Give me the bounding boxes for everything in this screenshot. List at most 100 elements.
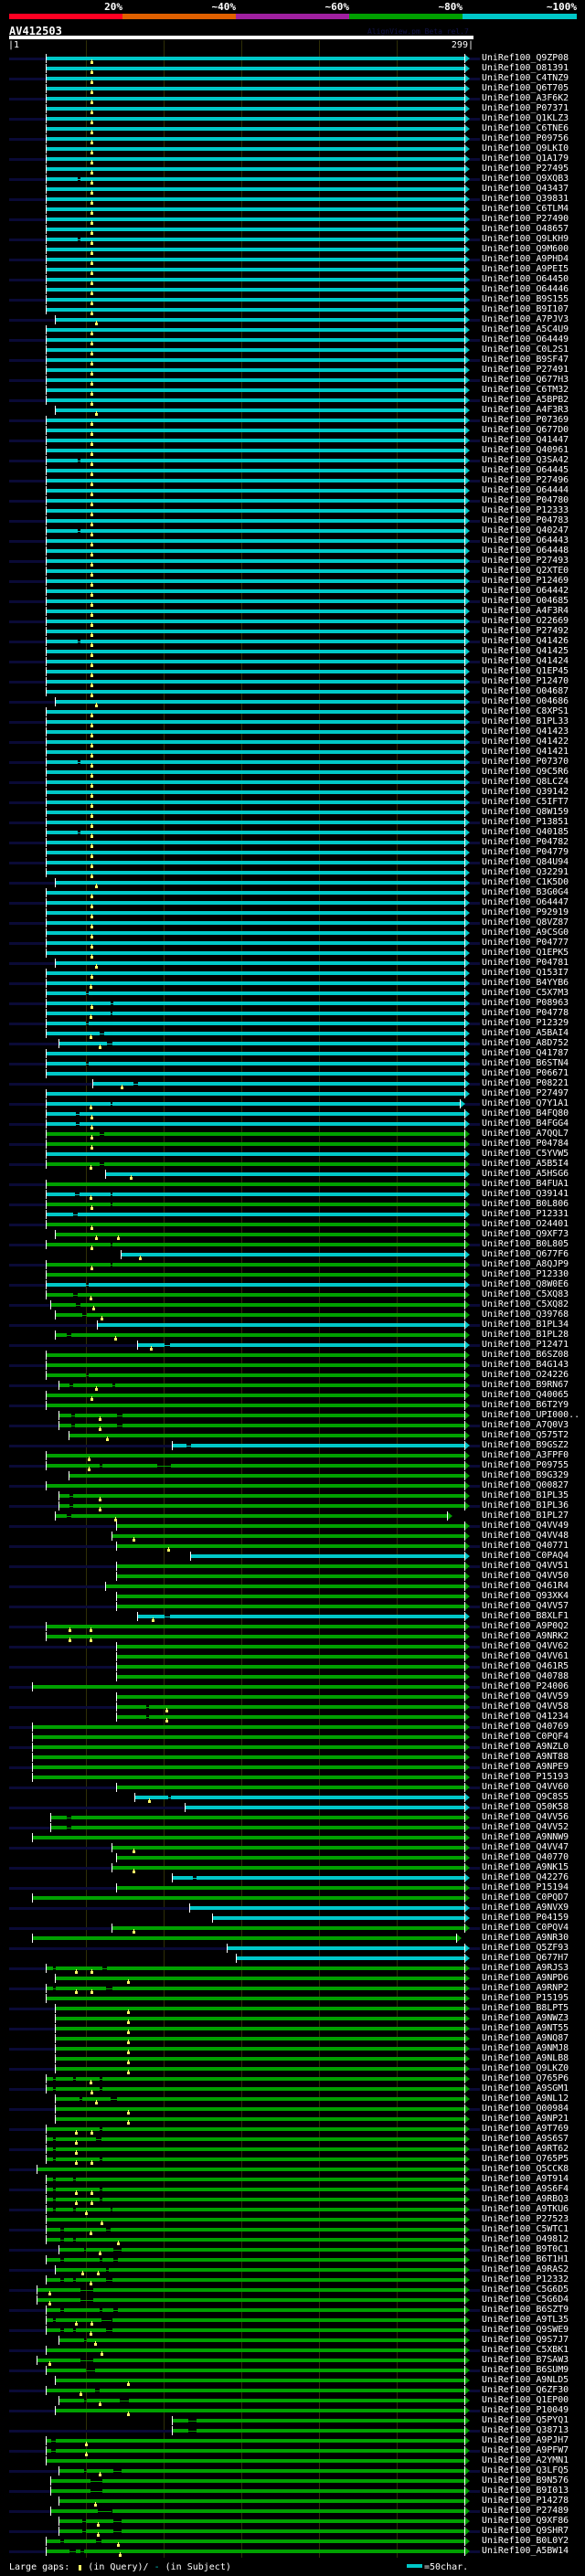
hit-label[interactable]: UniRef100_A9NRK2 (482, 1631, 569, 1641)
hit-label[interactable]: UniRef100_Q41447 (482, 435, 569, 445)
hit-label[interactable]: UniRef100_Q50K58 (482, 1802, 569, 1812)
hit-label[interactable]: UniRef100_B9T0C1 (482, 2244, 569, 2254)
hit-label[interactable]: UniRef100_A9NL12 (482, 2094, 569, 2104)
hit-label[interactable]: UniRef100_P24006 (482, 1681, 569, 1691)
hit-label[interactable]: UniRef100_A9RT62 (482, 2144, 569, 2154)
hit-label[interactable]: UniRef100_O24226 (482, 1370, 569, 1380)
hit-label[interactable]: UniRef100_C6TLM4 (482, 204, 569, 214)
hit-label[interactable]: UniRef100_B6T1H1 (482, 2254, 569, 2264)
hit-label[interactable]: UniRef100_Q4VV47 (482, 1842, 569, 1852)
hit-label[interactable]: UniRef100_P04778 (482, 1008, 569, 1018)
hit-label[interactable]: UniRef100_B1PL27 (482, 1511, 569, 1521)
hit-label[interactable]: UniRef100_A9NZL0 (482, 1742, 569, 1752)
hit-label[interactable]: UniRef100_P27495 (482, 164, 569, 174)
hit-label[interactable]: UniRef100_B0L806 (482, 1199, 569, 1209)
hit-label[interactable]: UniRef100_A9P0Q2 (482, 1621, 569, 1631)
hit-label[interactable]: UniRef100_C5G6D5 (482, 2284, 569, 2295)
hit-label[interactable]: UniRef100_Q9C5R6 (482, 767, 569, 777)
hit-label[interactable]: UniRef100_Q677D0 (482, 425, 569, 435)
hit-label[interactable]: UniRef100_C4TNZ9 (482, 73, 569, 83)
hit-label[interactable]: UniRef100_A9T914 (482, 2174, 569, 2184)
hit-label[interactable]: UniRef100_Q40961 (482, 445, 569, 455)
hit-label[interactable]: UniRef100_C5XBK1 (482, 2345, 569, 2355)
hit-label[interactable]: UniRef100_Q84U94 (482, 857, 569, 867)
hit-label[interactable]: UniRef100_O24401 (482, 1219, 569, 1229)
hit-label[interactable]: UniRef100_P08221 (482, 1078, 569, 1088)
hit-label[interactable]: UniRef100_C0PQV4 (482, 1923, 569, 1933)
hit-label[interactable]: UniRef100_C5X7M3 (482, 988, 569, 998)
hit-label[interactable]: UniRef100_Q1A179 (482, 154, 569, 164)
hit-label[interactable]: UniRef100_O64446 (482, 284, 569, 294)
hit-label[interactable]: UniRef100_Q677F6 (482, 1249, 569, 1259)
hit-label[interactable]: UniRef100_P14278 (482, 2496, 569, 2506)
hit-label[interactable]: UniRef100_O64448 (482, 546, 569, 556)
hit-label[interactable]: UniRef100_P12330 (482, 1269, 569, 1279)
hit-label[interactable]: UniRef100_B7SAW3 (482, 2355, 569, 2365)
hit-label[interactable]: UniRef100_P07370 (482, 757, 569, 767)
hit-label[interactable]: UniRef100_Q461R5 (482, 1661, 569, 1671)
hit-label[interactable]: UniRef100_C0PQD7 (482, 1892, 569, 1903)
hit-label[interactable]: UniRef100_P12470 (482, 676, 569, 686)
hit-label[interactable]: UniRef100_P27497 (482, 1088, 569, 1098)
hit-label[interactable]: UniRef100_A9NR30 (482, 1933, 569, 1943)
hit-label[interactable]: UniRef100_Q9LKH9 (482, 234, 569, 244)
hit-label[interactable]: UniRef100_Q5PYQ1 (482, 2415, 569, 2425)
hit-label[interactable]: UniRef100_O49812 (482, 2234, 569, 2244)
hit-label[interactable]: UniRef100_A9RJS3 (482, 1963, 569, 1973)
hit-label[interactable]: UniRef100_P04159 (482, 1913, 569, 1923)
hit-label[interactable]: UniRef100_Q5CCK8 (482, 2164, 569, 2174)
hit-label[interactable]: UniRef100_O81391 (482, 63, 569, 73)
hit-label[interactable]: UniRef100_Q39142 (482, 787, 569, 797)
hit-label[interactable]: UniRef100_B6SZT9 (482, 2305, 569, 2315)
hit-label[interactable]: UniRef100_O64442 (482, 586, 569, 596)
hit-label[interactable]: UniRef100_P09756 (482, 133, 569, 143)
hit-label[interactable]: UniRef100_C5WTC1 (482, 2224, 569, 2234)
hit-label[interactable]: UniRef100_P27523 (482, 2214, 569, 2224)
hit-label[interactable]: UniRef100_A4F3R3 (482, 405, 569, 415)
hit-label[interactable]: UniRef100_A9PHD4 (482, 254, 569, 264)
hit-label[interactable]: UniRef100_A9CSG0 (482, 928, 569, 938)
hit-label[interactable]: UniRef100_Q42276 (482, 1872, 569, 1882)
hit-label[interactable]: UniRef100_B9SF47 (482, 355, 569, 365)
hit-label[interactable]: UniRef100_O64450 (482, 274, 569, 284)
hit-label[interactable]: UniRef100_P27491 (482, 365, 569, 375)
hit-label[interactable]: UniRef100_Q6ZF30 (482, 2385, 569, 2395)
hit-label[interactable]: UniRef100_Q9LKI0 (482, 143, 569, 154)
hit-label[interactable]: UniRef100_A9T769 (482, 2124, 569, 2134)
hit-label[interactable]: UniRef100_A9NPD6 (482, 1973, 569, 1983)
hit-label[interactable]: UniRef100_Q1EP00 (482, 2395, 569, 2405)
hit-label[interactable]: UniRef100_Q40185 (482, 827, 569, 837)
hit-label[interactable]: UniRef100_P04782 (482, 837, 569, 847)
hit-label[interactable]: UniRef100_B1PL33 (482, 716, 569, 726)
hit-label[interactable]: UniRef100_B4FQ80 (482, 1108, 569, 1118)
hit-label[interactable]: UniRef100_B6SUM9 (482, 2365, 569, 2375)
hit-label[interactable]: UniRef100_C6TM32 (482, 385, 569, 395)
hit-label[interactable]: UniRef100_A9NVX9 (482, 1903, 569, 1913)
hit-label[interactable]: UniRef100_UPI000.. (482, 1410, 580, 1420)
hit-label[interactable]: UniRef100_Q1EP45 (482, 666, 569, 676)
hit-label[interactable]: UniRef100_A9NLB8 (482, 2053, 569, 2063)
hit-label[interactable]: UniRef100_P12471 (482, 1340, 569, 1350)
hit-label[interactable]: UniRef100_Q43437 (482, 184, 569, 194)
hit-label[interactable]: UniRef100_B9GSZ2 (482, 1440, 569, 1450)
hit-label[interactable]: UniRef100_P12469 (482, 576, 569, 586)
hit-label[interactable]: UniRef100_A5BAI4 (482, 1028, 569, 1038)
hit-label[interactable]: UniRef100_B9G329 (482, 1470, 569, 1480)
hit-label[interactable]: UniRef100_P04779 (482, 847, 569, 857)
hit-label[interactable]: UniRef100_A9S6F4 (482, 2184, 569, 2194)
hit-label[interactable]: UniRef100_A9PJH7 (482, 2435, 569, 2445)
hit-label[interactable]: UniRef100_C5XQ82 (482, 1299, 569, 1309)
hit-label[interactable]: UniRef100_P04783 (482, 515, 569, 525)
hit-label[interactable]: UniRef100_A3FPF0 (482, 1450, 569, 1460)
hit-label[interactable]: UniRef100_Q7Y1A1 (482, 1098, 569, 1108)
hit-label[interactable]: UniRef100_Q41426 (482, 636, 569, 646)
hit-label[interactable]: UniRef100_A9NLD5 (482, 2375, 569, 2385)
hit-label[interactable]: UniRef100_Q677H7 (482, 1953, 569, 1963)
hit-label[interactable]: UniRef100_Q4VV52 (482, 1822, 569, 1832)
hit-label[interactable]: UniRef100_O22669 (482, 616, 569, 626)
hit-label[interactable]: UniRef100_B9RN67 (482, 1380, 569, 1390)
hit-label[interactable]: UniRef100_P04780 (482, 495, 569, 505)
hit-label[interactable]: UniRef100_Q40247 (482, 525, 569, 535)
hit-label[interactable]: UniRef100_P04777 (482, 938, 569, 948)
hit-label[interactable]: UniRef100_Q39768 (482, 1309, 569, 1320)
